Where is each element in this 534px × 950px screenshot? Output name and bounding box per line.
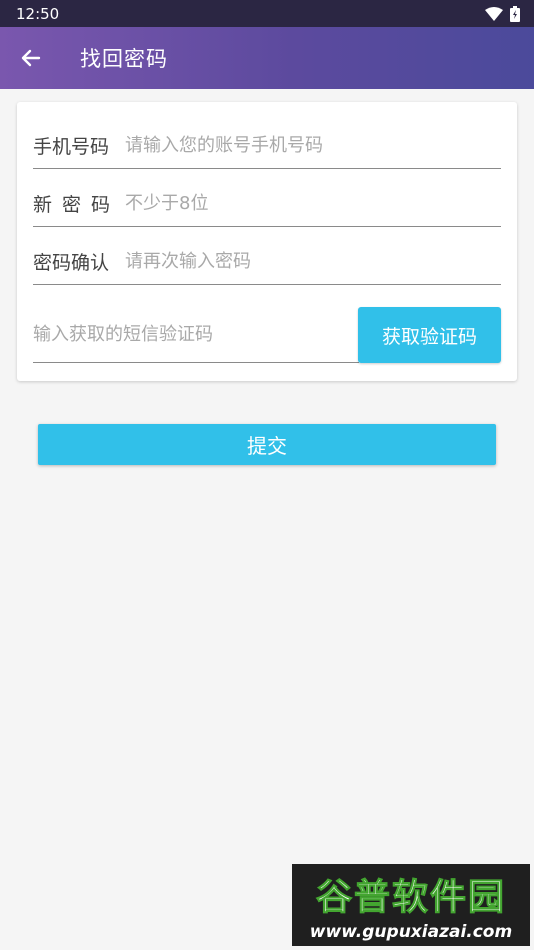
battery-icon (510, 5, 520, 22)
get-code-button[interactable]: 获取验证码 (358, 307, 501, 363)
status-icons (485, 5, 520, 22)
sms-code-input[interactable] (33, 324, 359, 345)
back-button[interactable] (0, 27, 62, 89)
confirm-password-input[interactable] (125, 250, 501, 272)
status-bar: 12:50 (0, 0, 534, 27)
watermark-title: 谷普软件园 (315, 877, 506, 919)
new-password-label: 新密码 (33, 193, 121, 216)
status-time: 12:50 (16, 4, 60, 23)
confirm-password-field-row: 密码确认 (33, 238, 501, 285)
wifi-icon (485, 6, 503, 21)
phone-input[interactable] (125, 134, 501, 156)
phone-field-row: 手机号码 (33, 122, 501, 169)
new-password-input[interactable] (125, 192, 501, 214)
app-bar: 找回密码 (0, 27, 534, 89)
confirm-password-label: 密码确认 (33, 251, 110, 274)
page-title: 找回密码 (80, 47, 168, 71)
arrow-left-icon (21, 49, 41, 67)
phone-label: 手机号码 (33, 135, 110, 158)
watermark-url: www.gupuxiazai.com (309, 922, 513, 942)
submit-button[interactable]: 提交 (38, 424, 496, 465)
watermark-logo: 谷普软件园 www.gupuxiazai.com (292, 864, 530, 946)
sms-code-row: 获取验证码 (33, 307, 501, 364)
sms-code-field (33, 307, 359, 363)
new-password-field-row: 新密码 (33, 180, 501, 227)
form-card: 手机号码 新密码 密码确认 获取验证码 (17, 102, 517, 381)
